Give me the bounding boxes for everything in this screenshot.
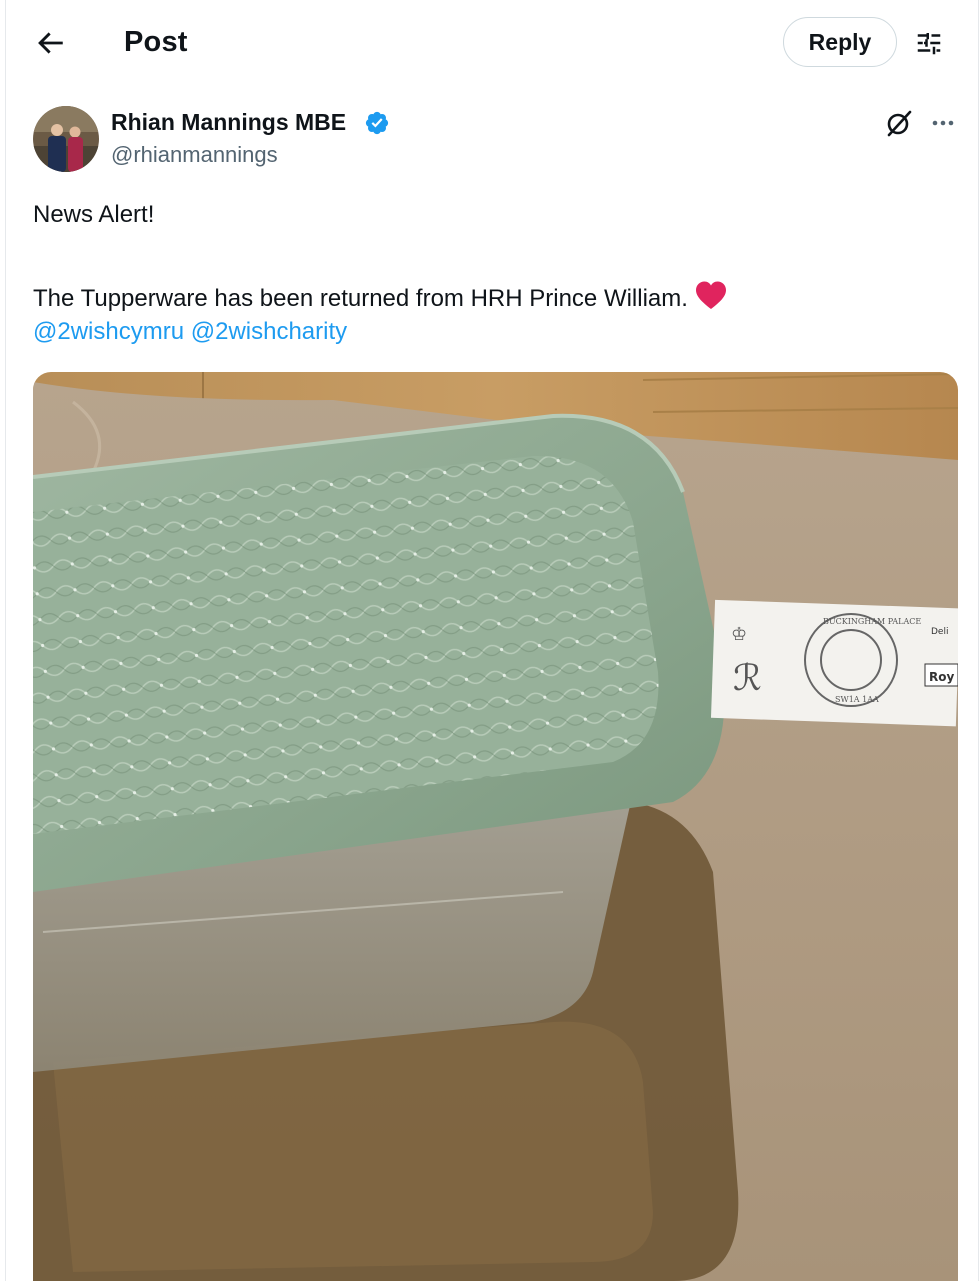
top-bar: Post Reply: [0, 0, 980, 88]
post-text-line-2: The Tupperware has been returned from HR…: [33, 280, 728, 313]
stamp-text-top: BUCKINGHAM PALACE: [823, 617, 921, 626]
svg-text:ℛ: ℛ: [733, 658, 762, 699]
avatar[interactable]: [33, 106, 99, 172]
reply-button[interactable]: Reply: [783, 17, 897, 67]
author-handle[interactable]: @rhianmannings: [111, 142, 278, 168]
page-title: Post: [124, 26, 188, 58]
mention-link-2wishcymru[interactable]: @2wishcymru: [33, 318, 184, 345]
label-text-bottom: Roy: [929, 670, 954, 684]
stamp-text-bottom: SW1A 1AA: [835, 695, 879, 704]
avatar-photo: [33, 106, 99, 172]
verified-badge-icon: [365, 111, 389, 135]
post-mentions: @2wishcymru @2wishcharity: [33, 318, 347, 346]
mention-link-2wishcharity[interactable]: @2wishcharity: [191, 318, 347, 345]
more-dots-icon[interactable]: [926, 110, 960, 136]
svg-text:♔: ♔: [731, 624, 747, 645]
tupperware-photo: ♔ ℛ BUCKINGHAM PALACE SW1A 1AA Deli Roy: [33, 372, 958, 1281]
sliders-icon[interactable]: [914, 28, 944, 58]
post-text-line-1: News Alert!: [33, 201, 155, 228]
arrow-left-icon[interactable]: [33, 26, 67, 60]
post-media-photo[interactable]: ♔ ℛ BUCKINGHAM PALACE SW1A 1AA Deli Roy: [33, 372, 958, 1281]
post-text-sentence: The Tupperware has been returned from HR…: [33, 285, 688, 312]
heart-emoji-icon: [695, 281, 726, 309]
author-name[interactable]: Rhian Mannings MBE: [111, 109, 346, 136]
label-text-top: Deli: [931, 627, 948, 637]
grok-icon[interactable]: [884, 108, 914, 138]
